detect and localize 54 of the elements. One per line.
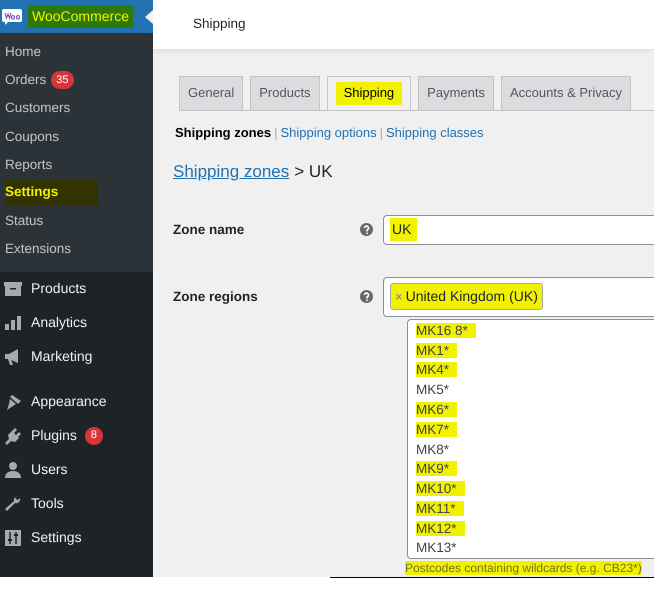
postcode-line: MK8* <box>416 442 450 456</box>
menu-item[interactable]: Users <box>31 459 68 480</box>
submenu-item[interactable]: Reports <box>5 154 52 175</box>
field-label: Zone name <box>173 220 244 239</box>
menu-item[interactable]: Settings <box>31 527 82 548</box>
menu-heading[interactable]: WooCommerce <box>28 5 133 28</box>
zone-name-field[interactable]: UK <box>383 214 654 245</box>
submenu-item[interactable]: Settings <box>5 180 98 206</box>
tab[interactable]: Products <box>250 76 320 110</box>
submenu-item[interactable]: Status <box>5 211 44 232</box>
archive-box-icon <box>3 280 23 296</box>
subnav-link[interactable]: Shipping classes <box>386 122 484 142</box>
bar-chart-icon <box>3 314 23 330</box>
plug-icon <box>3 426 23 444</box>
submenu-item[interactable]: Customers <box>5 98 70 119</box>
subnav-link[interactable]: Shipping zones <box>175 122 272 142</box>
tag-label: United Kingdom (UK) <box>406 287 538 306</box>
page-title: Shipping <box>193 15 246 34</box>
menu-pointer-icon <box>145 10 153 24</box>
sliders-icon <box>3 528 23 546</box>
postcodes-field[interactable]: MK16 8* MK1* MK4* MK5* MK6* MK7* MK8* MK9* MK10* MK11* MK12* MK13* <box>407 318 654 560</box>
breadcrumb-current: > UK <box>294 161 333 184</box>
tab[interactable]: Shipping <box>336 82 402 105</box>
menu-item[interactable]: Products <box>31 278 86 299</box>
tab[interactable]: Payments <box>418 76 494 110</box>
breadcrumb-link[interactable]: Shipping zones <box>173 159 290 185</box>
woo-logo-icon <box>2 8 22 24</box>
zone-regions-field[interactable]: × United Kingdom (UK) <box>383 276 654 317</box>
postcode-line: MK13* <box>416 540 458 556</box>
count-badge: 8 <box>84 426 103 444</box>
postcode-line: MK5* <box>416 382 450 398</box>
wrench-icon <box>3 494 23 512</box>
remove-tag-link[interactable]: × <box>395 286 403 306</box>
count-badge: 35 <box>51 71 74 90</box>
separator: | <box>274 124 278 142</box>
menu-item[interactable]: Plugins <box>31 425 77 446</box>
help-icon <box>360 290 373 304</box>
menu-item[interactable]: Appearance <box>31 391 107 412</box>
menu-item[interactable]: Analytics <box>31 312 88 333</box>
field-value: UK <box>390 218 418 242</box>
field-description: Postcodes containing wildcards (e.g. CB23*) <box>405 561 642 576</box>
submenu-item[interactable]: Home <box>5 42 42 62</box>
help-icon <box>360 223 373 236</box>
menu-item[interactable]: Marketing <box>31 346 92 367</box>
tab[interactable]: Accounts & Privacy <box>500 76 631 110</box>
menu-item[interactable]: Tools <box>31 493 64 514</box>
submenu-item[interactable]: Coupons <box>5 126 60 147</box>
submenu-item[interactable]: Orders <box>5 70 46 90</box>
tab[interactable]: General <box>179 76 244 110</box>
separator: | <box>380 124 383 142</box>
field-label: Zone regions <box>173 288 258 306</box>
subnav-link[interactable]: Shipping options <box>280 122 377 142</box>
user-icon <box>3 460 23 478</box>
submenu-item[interactable]: Extensions <box>5 239 72 260</box>
